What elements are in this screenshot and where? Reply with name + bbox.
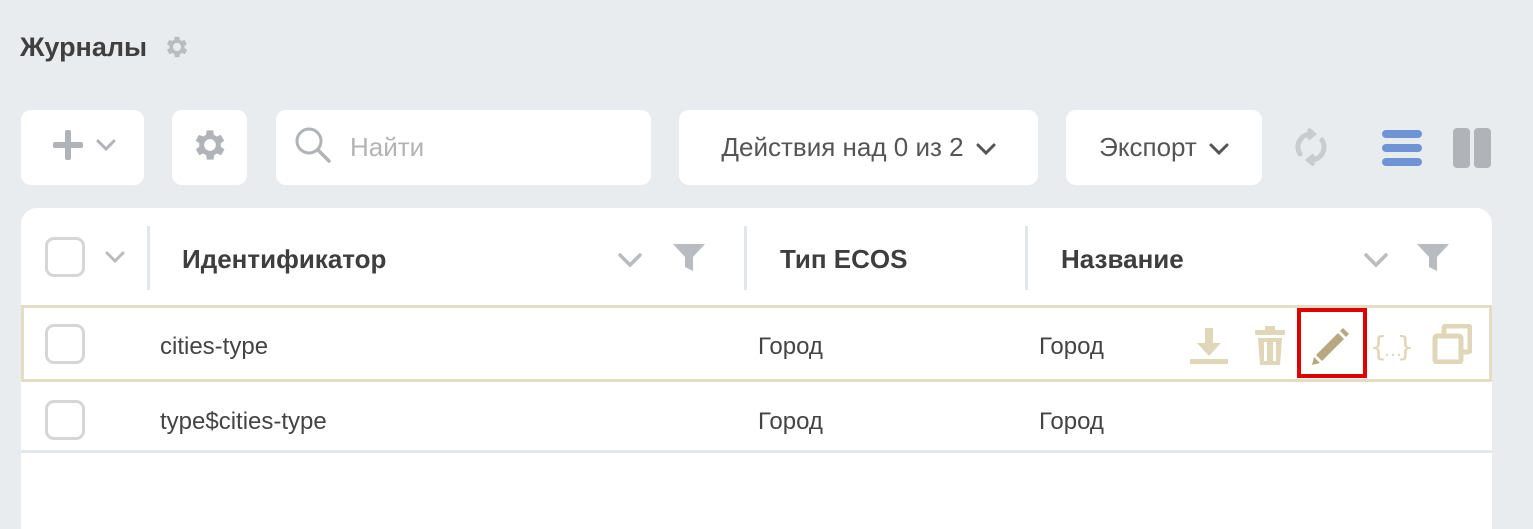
cell-identifier: type$cities-type [160,408,327,435]
filter-icon[interactable] [672,243,706,278]
grid-view-icon[interactable] [1452,128,1492,168]
search-input[interactable] [350,132,630,163]
edit-icon[interactable] [1310,325,1352,372]
chevron-down-icon[interactable] [1363,251,1389,274]
select-all-checkbox[interactable] [45,237,85,277]
copy-icon[interactable] [1432,323,1473,369]
filter-icon[interactable] [1416,243,1450,278]
chevron-down-icon [976,132,996,163]
cell-ecos-type: Город [758,333,823,360]
cell-name: Город [1039,333,1104,360]
column-divider[interactable] [1025,226,1028,290]
actions-dropdown[interactable]: Действия над 0 из 2 [679,110,1038,185]
column-header-identifier[interactable]: Идентификатор [182,244,386,275]
chevron-down-icon [96,138,116,157]
list-view-icon[interactable] [1382,128,1422,168]
column-divider[interactable] [744,226,747,290]
json-icon[interactable]: { … } [1370,326,1414,371]
svg-text:}: } [1397,330,1412,363]
search-box[interactable] [276,110,651,185]
gear-icon[interactable] [163,33,191,61]
cell-name: Город [1039,408,1104,435]
table-header: Идентификатор Тип ECOS Название [21,208,1492,305]
delete-icon[interactable] [1254,325,1286,372]
actions-label: Действия над 0 из 2 [721,132,964,162]
table-row[interactable]: cities-type Город Город {… [21,305,1492,382]
export-label: Экспорт [1099,132,1197,162]
chevron-down-icon [1209,132,1229,163]
column-divider[interactable] [147,226,150,290]
table-row[interactable]: type$cities-type Город Город [21,382,1492,453]
journal-table: Идентификатор Тип ECOS Название cities-t… [21,208,1492,529]
column-header-name[interactable]: Название [1061,244,1184,275]
plus-icon [50,127,86,168]
add-button[interactable] [21,110,144,185]
row-checkbox[interactable] [45,400,85,440]
row-checkbox[interactable] [45,324,85,364]
cell-identifier: cities-type [160,333,269,360]
column-header-ecos-type[interactable]: Тип ECOS [780,244,908,275]
journal-settings-button[interactable] [172,110,247,185]
cell-ecos-type: Город [758,408,823,435]
gear-icon [190,125,230,170]
refresh-icon[interactable] [1290,126,1332,168]
export-dropdown[interactable]: Экспорт [1066,110,1262,185]
download-icon[interactable] [1189,326,1229,371]
search-icon [294,126,332,169]
page-header: Журналы [20,28,191,66]
page-title: Журналы [20,31,148,62]
chevron-down-icon[interactable] [105,250,125,269]
chevron-down-icon[interactable] [617,251,643,274]
